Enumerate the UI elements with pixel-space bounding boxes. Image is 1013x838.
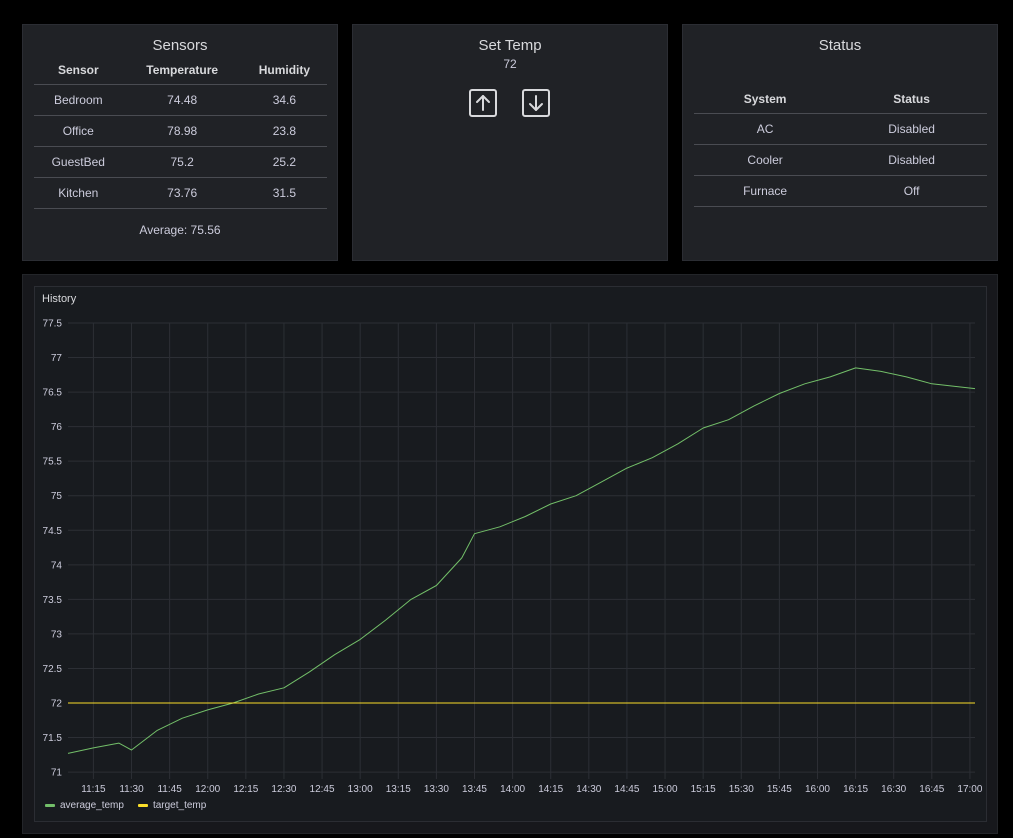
series-line-average-temp	[67, 367, 976, 754]
x-tick-label: 15:15	[691, 784, 716, 795]
system-status: Disabled	[836, 113, 987, 145]
x-tick-label: 11:45	[157, 784, 182, 795]
legend-item-average-temp[interactable]: average_temp	[45, 800, 124, 811]
column-header-status[interactable]: Status	[836, 85, 987, 114]
x-tick-label: 15:00	[653, 784, 678, 795]
column-header-humidity[interactable]: Humidity	[241, 56, 327, 85]
sensor-name: Bedroom	[34, 84, 123, 116]
column-header-system[interactable]: System	[694, 85, 837, 114]
x-tick-label: 14:00	[500, 784, 525, 795]
column-header-temperature[interactable]: Temperature	[122, 56, 242, 85]
status-table: System Status AC Disabled Cooler Disable…	[694, 85, 987, 207]
legend-item-target-temp[interactable]: target_temp	[137, 800, 207, 811]
table-row: AC Disabled	[694, 113, 987, 145]
x-tick-label: 16:45	[919, 784, 944, 795]
sensor-humidity: 31.5	[241, 177, 327, 209]
x-tick-label: 16:15	[843, 784, 868, 795]
sensors-header-row: Sensor Temperature Humidity	[34, 56, 327, 85]
legend-label: average_temp	[60, 800, 124, 811]
status-header-row: System Status	[694, 85, 987, 114]
x-tick-label: 17:00	[957, 784, 982, 795]
x-tick-label: 14:15	[538, 784, 563, 795]
sensor-name: Office	[34, 115, 123, 147]
x-tick-label: 13:00	[348, 784, 373, 795]
legend-swatch-target-temp	[137, 804, 148, 807]
arrow-down-icon	[529, 95, 543, 111]
decrease-temp-button[interactable]	[522, 89, 550, 117]
x-tick-label: 12:00	[195, 784, 220, 795]
sensor-humidity: 34.6	[241, 84, 327, 116]
y-tick-label: 75	[51, 491, 63, 502]
y-tick-label: 77.5	[43, 319, 63, 330]
chart-legend: average_temp target_temp	[45, 800, 206, 811]
set-temp-title: Set Temp	[478, 37, 542, 54]
x-tick-label: 13:30	[424, 784, 449, 795]
sensor-temperature: 74.48	[122, 84, 242, 116]
legend-label: target_temp	[152, 800, 207, 811]
x-tick-label: 12:30	[271, 784, 296, 795]
status-title: Status	[818, 37, 862, 54]
y-tick-label: 74	[51, 560, 63, 571]
average-temperature: Average: 75.56	[139, 223, 221, 237]
legend-swatch-average-temp	[45, 804, 55, 807]
sensor-temperature: 78.98	[122, 115, 242, 147]
y-tick-label: 71.5	[43, 733, 63, 744]
increase-temp-button[interactable]	[469, 89, 497, 117]
status-panel: Status System Status AC Disabled Cooler …	[682, 24, 998, 261]
set-temp-panel: Set Temp 72	[352, 24, 668, 261]
system-status: Disabled	[836, 144, 987, 176]
y-tick-label: 72.5	[43, 664, 63, 675]
x-tick-label: 16:00	[805, 784, 830, 795]
y-tick-label: 73.5	[43, 595, 63, 606]
table-row: GuestBed 75.2 25.2	[34, 146, 327, 178]
x-tick-label: 14:45	[614, 784, 639, 795]
y-tick-label: 73	[51, 629, 63, 640]
x-tick-label: 13:15	[386, 784, 411, 795]
sensor-name: Kitchen	[34, 177, 123, 209]
history-chart[interactable]: 71 71.5 72 72.5 73 73.5 74 74.5 75 75.5 76 76.5 77 77…	[35, 287, 988, 797]
system-status: Off	[836, 175, 987, 207]
sensors-panel: Sensors Sensor Temperature Humidity Bedr…	[22, 24, 338, 261]
sensor-humidity: 25.2	[241, 146, 327, 178]
history-panel: History 71 71.5 72 72.5 73 73.5 74 74.5 75 75.5 76…	[34, 286, 987, 822]
set-temp-value: 72	[503, 57, 517, 71]
x-tick-label: 15:45	[767, 784, 792, 795]
y-tick-label: 71	[51, 768, 63, 779]
sensor-temperature: 73.76	[122, 177, 242, 209]
x-tick-label: 15:30	[729, 784, 754, 795]
system-name: Cooler	[694, 144, 837, 176]
sensor-humidity: 23.8	[241, 115, 327, 147]
table-row: Kitchen 73.76 31.5	[34, 177, 327, 209]
x-tick-label: 12:45	[310, 784, 335, 795]
x-tick-label: 12:15	[233, 784, 258, 795]
column-header-sensor[interactable]: Sensor	[34, 56, 123, 85]
y-tick-label: 77	[51, 353, 63, 364]
y-tick-label: 72	[51, 699, 63, 710]
sensor-temperature: 75.2	[122, 146, 242, 178]
system-name: AC	[694, 113, 837, 145]
table-row: Cooler Disabled	[694, 144, 987, 176]
arrow-up-icon	[476, 95, 490, 111]
y-tick-label: 74.5	[43, 526, 63, 537]
history-container: History 71 71.5 72 72.5 73 73.5 74 74.5 75 75.5 76…	[22, 274, 998, 834]
y-tick-label: 75.5	[43, 457, 63, 468]
x-tick-label: 13:45	[462, 784, 487, 795]
system-name: Furnace	[694, 175, 837, 207]
y-tick-label: 76	[51, 422, 63, 433]
x-tick-label: 11:30	[119, 784, 144, 795]
table-row: Furnace Off	[694, 175, 987, 207]
sensors-title: Sensors	[152, 37, 208, 54]
y-tick-label: 76.5	[43, 388, 63, 399]
x-tick-label: 11:15	[81, 784, 106, 795]
table-row: Office 78.98 23.8	[34, 115, 327, 147]
sensor-name: GuestBed	[34, 146, 123, 178]
x-tick-label: 16:30	[881, 784, 906, 795]
x-tick-label: 14:30	[576, 784, 601, 795]
table-row: Bedroom 74.48 34.6	[34, 84, 327, 116]
sensors-table: Sensor Temperature Humidity Bedroom 74.4…	[34, 56, 327, 209]
